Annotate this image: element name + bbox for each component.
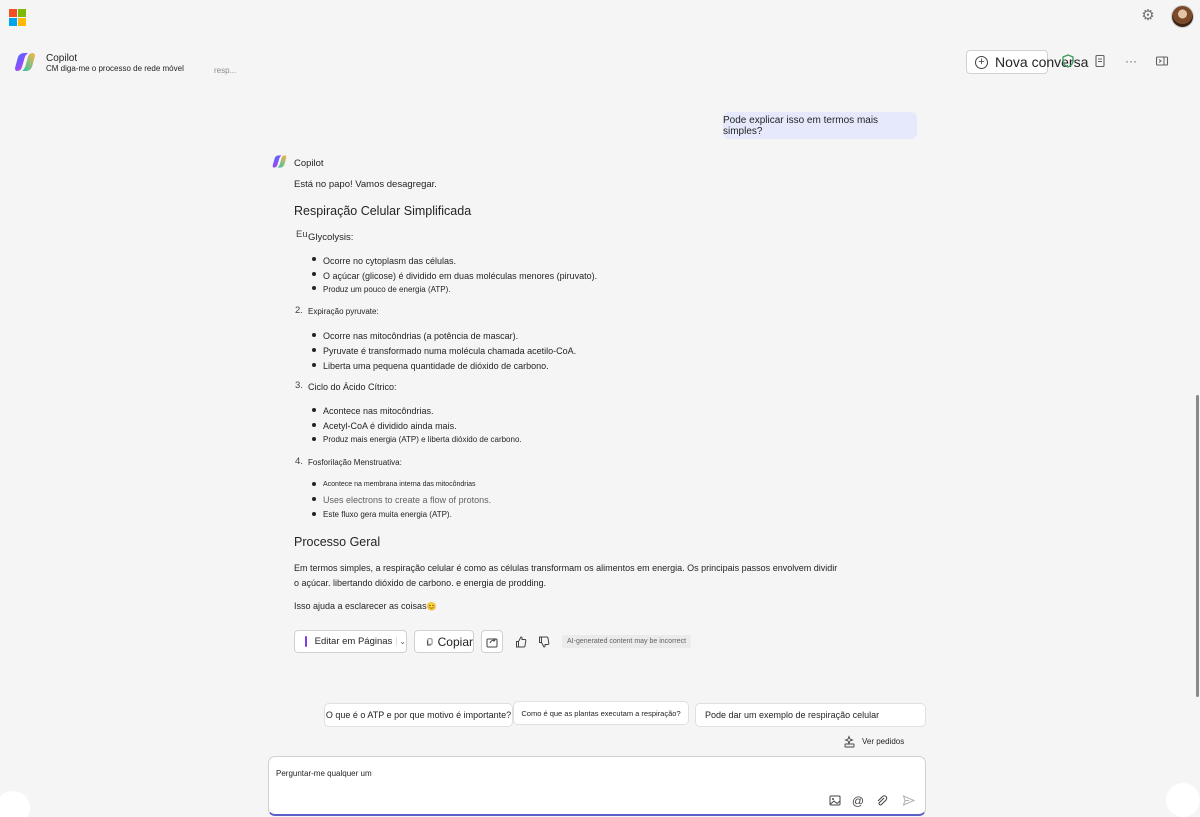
response-intro: Está no papo! Vamos desagregar. xyxy=(294,179,437,190)
response-closing: Isso ajuda a esclarecer as coisas😊 xyxy=(294,601,437,611)
conversation-status: resp... xyxy=(214,66,237,75)
gear-icon[interactable]: ⚙ xyxy=(1140,8,1156,24)
step-title: Glycolysis: xyxy=(308,232,354,243)
step-bullet: O açúcar (glicose) é dividido em duas mo… xyxy=(323,271,598,281)
bullet-dot xyxy=(312,272,316,276)
at-icon[interactable]: @ xyxy=(851,794,865,808)
see-prompts-button[interactable]: Ver pedidos xyxy=(843,735,904,748)
top-bar: ⚙ xyxy=(0,0,1200,36)
plus-circle-icon: + xyxy=(975,55,988,69)
summary-paragraph-line: o açúcar. libertando dióxido de carbono.… xyxy=(294,578,547,588)
step-bullet: Ocorre no cytoplasm das células. xyxy=(323,256,457,266)
step-bullet: Uses electrons to create a flow of proto… xyxy=(323,495,492,505)
copy-button[interactable]: Copiar xyxy=(414,630,474,653)
bullet-dot xyxy=(312,437,316,441)
user-message: Pode explicar isso em termos mais simple… xyxy=(723,112,917,139)
response-heading: Respiração Celular Simplificada xyxy=(294,204,472,218)
bullet-dot xyxy=(312,408,316,412)
step-bullet: Acetyl-CoA é dividido ainda mais. xyxy=(323,421,457,431)
conversation-title: CM diga-me o processo de rede móvel xyxy=(46,64,184,73)
new-conversation-button[interactable]: + Nova conversa xyxy=(966,50,1088,74)
step-title: Expiração pyruvate: xyxy=(308,307,379,316)
step-title: Ciclo do Ácido Cítrico: xyxy=(308,382,397,392)
closing-text: Isso ajuda a esclarecer as coisas xyxy=(294,601,427,611)
summary-paragraph-line: Em termos simples, a respiração celular … xyxy=(294,563,838,573)
send-icon[interactable] xyxy=(901,794,915,808)
header-title: Copilot xyxy=(46,53,78,64)
step-marker: 4. xyxy=(295,456,303,467)
image-icon[interactable] xyxy=(828,794,842,808)
bullet-dot xyxy=(312,333,316,337)
suggestion-chip[interactable]: Pode dar um exemplo de respiração celula… xyxy=(695,703,926,727)
step-marker: 2. xyxy=(295,305,303,316)
chat-input-placeholder: Perguntar-me qualquer um xyxy=(276,769,372,778)
copilot-logo xyxy=(272,154,287,169)
step-title: Fosforilação Menstruativa: xyxy=(308,458,402,467)
step-bullet: Este fluxo gera muita energia (ATP). xyxy=(323,510,452,519)
shield-icon[interactable] xyxy=(1061,54,1075,68)
step-bullet: Liberta uma pequena quantidade de dióxid… xyxy=(323,361,549,371)
corner-decoration xyxy=(1166,783,1200,817)
share-icon xyxy=(486,637,498,647)
suggestion-chip[interactable]: O que é o ATP e por que motivo é importa… xyxy=(324,703,513,727)
edit-in-pages-button[interactable]: Editar em Páginas ⌄ xyxy=(294,630,407,653)
step-bullet: Produz um pouco de energia (ATP). xyxy=(323,285,451,294)
bullet-dot xyxy=(312,286,316,290)
bullet-dot xyxy=(312,497,316,501)
step-bullet: Pyruvate é transformado numa molécula ch… xyxy=(323,346,577,356)
share-button[interactable] xyxy=(481,630,503,653)
microsoft-logo[interactable] xyxy=(9,9,26,26)
notebook-icon[interactable] xyxy=(1093,54,1107,68)
copy-label: Copiar xyxy=(437,634,473,649)
copy-icon xyxy=(426,637,433,646)
chevron-down-icon[interactable]: ⌄ xyxy=(396,637,406,646)
side-panel-icon[interactable] xyxy=(1155,54,1169,68)
smile-emoji: 😊 xyxy=(426,602,437,611)
bullet-dot xyxy=(312,482,316,486)
see-prompts-label: Ver pedidos xyxy=(862,737,905,746)
step-marker: 3. xyxy=(295,380,303,391)
step-bullet: Acontece nas mitocôndrias. xyxy=(323,406,434,416)
bullet-dot xyxy=(312,512,316,516)
step-bullet: Ocorre nas mitocôndrias (a potência de m… xyxy=(323,331,519,341)
suggestion-chip[interactable]: Como é que as plantas executam a respira… xyxy=(513,701,689,725)
ai-disclaimer-badge: AI-generated content may be incorrect xyxy=(562,635,692,648)
more-icon[interactable]: ··· xyxy=(1124,54,1138,68)
avatar[interactable] xyxy=(1171,5,1194,28)
bullet-dot xyxy=(312,257,316,261)
bullet-dot xyxy=(312,423,316,427)
summary-heading: Processo Geral xyxy=(294,535,381,549)
bullet-dot xyxy=(312,363,316,367)
scrollbar-thumb[interactable] xyxy=(1196,395,1199,697)
step-bullet: Acontece na membrana interna das mitocôn… xyxy=(323,481,476,488)
corner-decoration xyxy=(0,791,30,817)
bullet-dot xyxy=(312,348,316,352)
edit-in-pages-label: Editar em Páginas xyxy=(314,636,393,647)
thumbs-down-icon[interactable] xyxy=(533,630,555,653)
thumbs-up-icon[interactable] xyxy=(510,630,532,653)
step-bullet: Produz mais energia (ATP) e liberta dióx… xyxy=(323,435,522,444)
response-author: Copilot xyxy=(294,158,324,169)
copilot-logo xyxy=(14,51,36,73)
prompts-icon xyxy=(844,735,855,748)
chat-input[interactable]: Perguntar-me qualquer um @ xyxy=(268,756,926,816)
pages-icon xyxy=(305,636,307,647)
paperclip-icon[interactable] xyxy=(874,794,888,808)
